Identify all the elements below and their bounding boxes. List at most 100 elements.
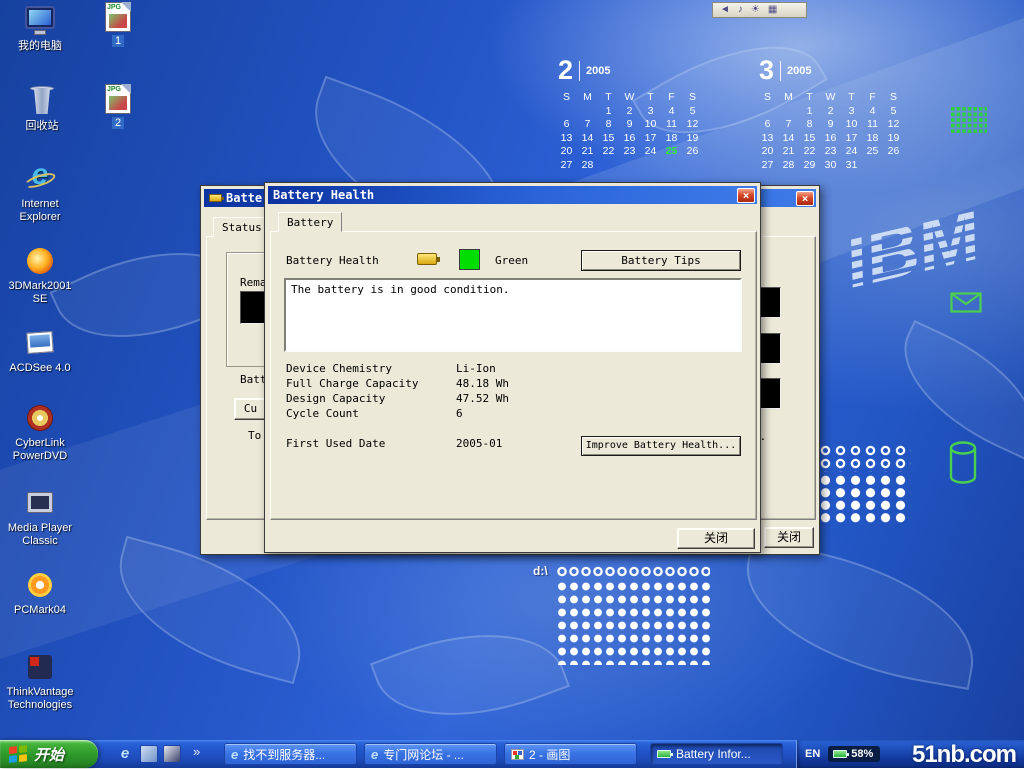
tab-battery[interactable]: Battery [278,212,342,232]
calendar-day: 21 [778,145,799,159]
calendar-day: 6 [556,118,577,132]
task-label: 找不到服务器... [243,746,325,763]
brightness-icon[interactable] [751,3,760,17]
calendar-year: 2005 [586,65,610,77]
battery-health-titlebar: Battery Health [268,186,757,204]
icon-label: 3DMark2001 SE [2,280,78,305]
calendar-grid: SMTWTFS123456789101112131415161718192021… [757,91,909,172]
desktop-file-2[interactable]: JPG 2 [88,84,148,129]
calendar-day: 1 [799,105,820,119]
calendar-day: 25 [661,145,682,159]
internet-explorer-icon [23,162,57,196]
halftone-dots [556,565,710,579]
desktop-icon-internet-explorer[interactable]: Internet Explorer [2,162,78,223]
language-indicator[interactable]: EN [805,748,820,760]
calendar-day: 22 [598,145,619,159]
calendar-month-number: 3 [759,57,774,84]
leaf-decoration [370,602,570,748]
battery-status-text: Green [495,254,528,267]
calendar-day: 5 [682,105,703,119]
calendar-day: 26 [682,145,703,159]
start-button[interactable]: 开始 [0,740,98,768]
calendar-day [862,159,883,173]
jpg-thumbnail [109,14,127,28]
jpg-file-icon: JPG [105,2,131,32]
quicklaunch-media-player-icon[interactable] [163,745,181,763]
icon-label: 回收站 [4,120,80,133]
calendar-weekday: S [757,91,778,105]
battery-tips-button[interactable]: Battery Tips [581,250,741,271]
calendar-weekday: F [661,91,682,105]
desktop-icon-my-computer[interactable]: 我的电脑 [2,4,78,53]
desktop-icon-pcmark04[interactable]: PCMark04 [2,568,78,617]
close-icon[interactable] [796,191,814,206]
calendar-day: 9 [820,118,841,132]
desktop-icon-powerdvd[interactable]: CyberLink PowerDVD [2,401,78,462]
taskbar-task-battery-information[interactable]: Battery Infor... [650,743,783,765]
note-icon[interactable] [738,3,743,17]
field-label: Cycle Count [286,407,359,420]
calendar-day: 4 [862,105,883,119]
calendar-day: 25 [862,145,883,159]
calendar-day: 20 [757,145,778,159]
battery-icon [657,750,671,758]
calendar-day [577,105,598,119]
calendar-divider [780,61,781,81]
desktop-icon-recycle-bin[interactable]: 回收站 [4,84,80,133]
taskbar-task-server-not-found[interactable]: 找不到服务器... [224,743,357,765]
quicklaunch-ie-icon[interactable] [116,745,134,763]
calendar-day: 29 [799,159,820,173]
svg-text:IBM: IBM [836,192,988,304]
desktop-file-1[interactable]: JPG 1 [88,2,148,47]
calendar-day: 14 [778,132,799,146]
icon-label: CyberLink PowerDVD [2,437,78,462]
watermark: 51nb.com [912,741,1016,769]
tab-status[interactable]: Status [213,217,271,237]
close-button-back[interactable]: 关闭 [764,527,814,548]
desktop-icon-3dmark2001[interactable]: 3DMark2001 SE [2,244,78,305]
desktop-icon-media-player-classic[interactable]: Media Player Classic [2,486,78,547]
volume-icon[interactable] [720,3,730,17]
jpg-thumbnail [109,96,127,110]
calendar-month-header: 3 2005 [757,57,909,84]
calendar-day [556,105,577,119]
desktop-icon-acdsee[interactable]: ACDSee 4.0 [2,326,78,375]
file-label: 1 [88,35,148,47]
jpg-tag: JPG [107,4,121,11]
quicklaunch-overflow-icon[interactable] [193,744,200,759]
taskbar-task-forum[interactable]: 专门网论坛 - ... [364,743,497,765]
calendar-day: 16 [619,132,640,146]
calendar-day: 12 [682,118,703,132]
halftone-dots [556,580,710,665]
improve-battery-health-button[interactable]: Improve Battery Health... [581,436,741,456]
icon-label: 我的电脑 [2,40,78,53]
calendar-day [619,159,640,173]
calendar-weekday: F [862,91,883,105]
calendar-day: 9 [619,118,640,132]
desktop-icon-thinkvantage[interactable]: ThinkVantage Technologies [2,650,78,711]
calendar-day: 21 [577,145,598,159]
calendar-day: 27 [757,159,778,173]
calendar-february: 2 2005 SMTWTFS12345678910111213141516171… [556,57,708,172]
battery-icon [417,253,437,265]
grid-icon [951,107,987,138]
current-button[interactable]: Cu [234,398,267,420]
display-icon[interactable] [768,3,777,17]
osd-toolbar [712,2,807,18]
tray-battery-indicator[interactable]: 58% [828,746,880,762]
calendar-day: 17 [640,132,661,146]
icon-label: ThinkVantage Technologies [2,686,78,711]
cylinder-icon [948,440,978,491]
field-value: 47.52 Wh [456,392,509,405]
taskbar-task-paint[interactable]: 2 - 画图 [504,743,637,765]
calendar-day: 23 [619,145,640,159]
calendar-month-header: 2 2005 [556,57,708,84]
icon-label: PCMark04 [2,604,78,617]
calendar-day: 28 [778,159,799,173]
calendar-day: 2 [820,105,841,119]
condition-textbox: The battery is in good condition. [284,278,742,352]
calendar-march: 3 2005 SMTWTFS12345678910111213141516171… [757,57,909,172]
quicklaunch-show-desktop-icon[interactable] [140,745,158,763]
close-icon[interactable] [737,188,755,203]
close-button[interactable]: 关闭 [677,528,755,549]
